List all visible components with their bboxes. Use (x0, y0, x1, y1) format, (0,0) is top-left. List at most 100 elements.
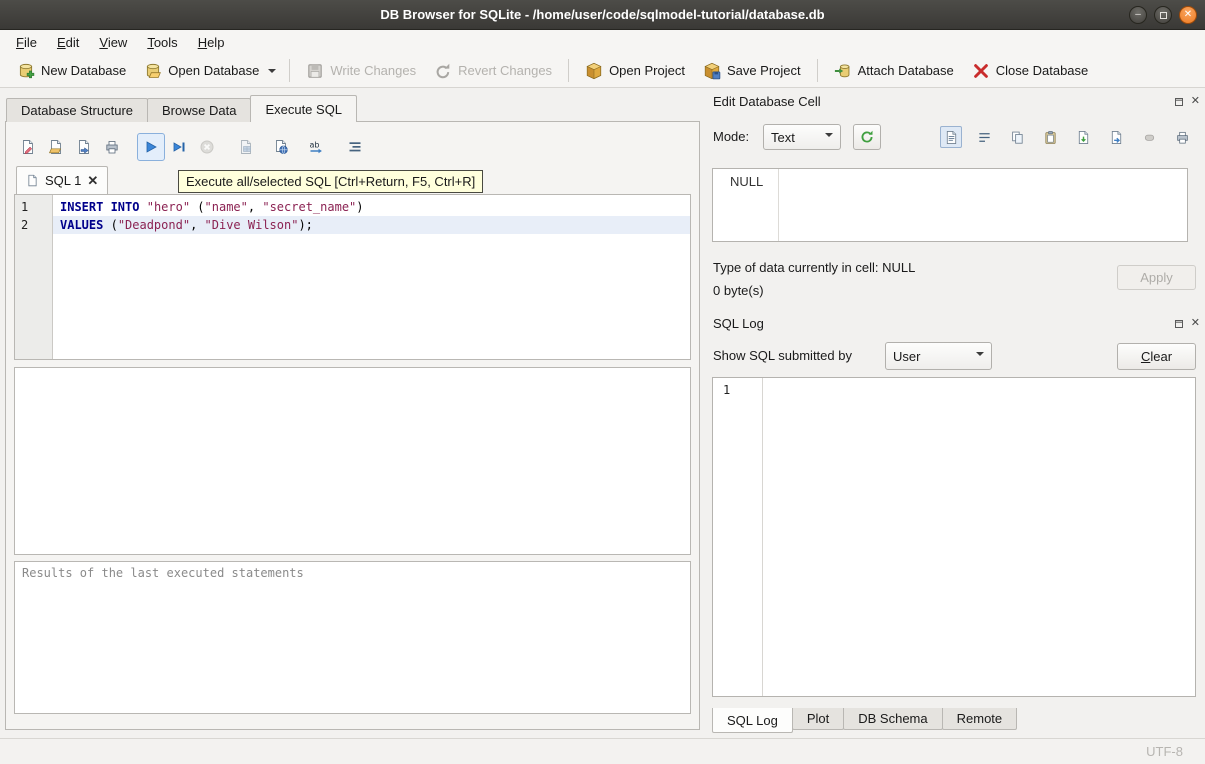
open-database-label: Open Database (168, 63, 259, 78)
import-cell-data-button[interactable] (1072, 126, 1094, 148)
menu-edit[interactable]: Edit (47, 32, 89, 53)
execute-line-icon (171, 139, 187, 155)
open-sql-file-button[interactable] (42, 133, 70, 161)
sql-log-view[interactable]: 1 (712, 377, 1196, 697)
cell-value: NULL (713, 169, 779, 241)
mode-value: Text (771, 130, 795, 145)
encoding-indicator: UTF-8 (1146, 744, 1183, 759)
execute-sql-pane: ab (5, 121, 700, 730)
menu-view[interactable]: View (89, 32, 137, 53)
open-database-menu-button[interactable] (268, 56, 282, 85)
new-sql-tab-button[interactable] (14, 133, 42, 161)
close-dock-icon[interactable]: ✕ (1191, 96, 1200, 107)
tab-browse-data[interactable]: Browse Data (147, 98, 251, 122)
right-panel: Edit Database Cell ✕ Mode: Text (707, 88, 1205, 738)
clear-log-button[interactable]: Clear (1117, 343, 1196, 370)
sql-token: ) (356, 200, 363, 214)
export-csv-button[interactable] (267, 133, 295, 161)
write-changes-label: Write Changes (330, 63, 416, 78)
new-sql-tab-icon (20, 139, 36, 155)
tab-database-structure[interactable]: Database Structure (6, 98, 148, 122)
execute-line-button[interactable] (165, 133, 193, 161)
maximize-icon (1160, 12, 1167, 19)
menu-help[interactable]: Help (188, 32, 235, 53)
paste-cell-button[interactable] (1039, 126, 1061, 148)
results-message-box: Results of the last executed statements (14, 561, 691, 714)
new-database-button[interactable]: New Database (8, 57, 135, 85)
mode-combobox[interactable]: Text (763, 124, 841, 150)
float-dock-icon[interactable] (1174, 319, 1184, 329)
cell-editor[interactable]: NULL (712, 168, 1188, 242)
format-sql-button[interactable] (341, 133, 369, 161)
new-database-icon (17, 62, 35, 80)
sql1-tab[interactable]: SQL 1 ✕ (16, 166, 108, 194)
export-csv-icon (273, 139, 289, 155)
results-placeholder: Results of the last executed statements (22, 566, 304, 580)
sql-token: ( (103, 218, 117, 232)
sql-line-2: VALUES ("Deadpond", "Dive Wilson"); (53, 216, 690, 234)
sql-token: , (248, 200, 262, 214)
close-button[interactable]: ✕ (1179, 6, 1197, 24)
print-icon (104, 139, 120, 155)
cell-editor-area[interactable] (779, 169, 1187, 241)
maximize-button[interactable] (1154, 6, 1172, 24)
sql1-tab-close-icon[interactable]: ✕ (87, 173, 98, 189)
sql-log-filter-combobox[interactable]: User (885, 342, 992, 370)
tab-db-schema[interactable]: DB Schema (843, 708, 942, 730)
word-wrap-button[interactable] (973, 126, 995, 148)
write-changes-icon (306, 62, 324, 80)
sql-code: INSERT INTO "hero" ("name", "secret_name… (53, 195, 690, 359)
tab-plot[interactable]: Plot (792, 708, 844, 730)
minimize-button[interactable]: – (1129, 6, 1147, 24)
menu-file[interactable]: File (6, 32, 47, 53)
sql-token: "Deadpond" (118, 218, 190, 232)
apply-cell-changes-button[interactable] (853, 124, 881, 150)
open-database-button[interactable]: Open Database (135, 57, 268, 85)
save-project-button[interactable]: Save Project (694, 57, 810, 85)
print-sql-button[interactable] (98, 133, 126, 161)
window-controls: – ✕ (1129, 6, 1197, 24)
stop-icon (199, 139, 215, 155)
edit-cell-dock-icons: ✕ (1174, 96, 1200, 107)
execute-icon (143, 139, 159, 155)
sql-token: "secret_name" (262, 200, 356, 214)
print-cell-button[interactable] (1171, 126, 1193, 148)
toolbar-separator (568, 59, 569, 82)
export-cell-data-button[interactable] (1105, 126, 1127, 148)
main-tab-bar: Database Structure Browse Data Execute S… (6, 95, 356, 122)
sql-file-icon (26, 174, 39, 187)
open-project-icon (585, 62, 603, 80)
format-sql-icon (347, 139, 363, 155)
write-changes-button: Write Changes (297, 57, 425, 85)
tab-sql-log[interactable]: SQL Log (712, 708, 793, 733)
tab-remote[interactable]: Remote (942, 708, 1018, 730)
status-bar: UTF-8 (0, 738, 1205, 764)
set-null-button[interactable] (1138, 126, 1160, 148)
open-sql-file-icon (48, 139, 64, 155)
tab-execute-sql[interactable]: Execute SQL (250, 95, 357, 122)
close-database-label: Close Database (996, 63, 1089, 78)
sql-editor[interactable]: 1 2 INSERT INTO "hero" ("name", "secret_… (14, 194, 691, 360)
attach-database-button[interactable]: Attach Database (825, 57, 963, 85)
sql-log-dock-title: SQL Log (713, 316, 764, 331)
save-project-icon (703, 62, 721, 80)
text-mode-button[interactable] (940, 126, 962, 148)
svg-text:ab: ab (310, 141, 320, 150)
close-database-button[interactable]: Close Database (963, 57, 1098, 85)
find-replace-button[interactable]: ab (302, 133, 330, 161)
open-sql-new-tab-button[interactable] (70, 133, 98, 161)
menu-bar: File Edit View Tools Help (0, 30, 1205, 54)
sql-token: INSERT INTO (60, 200, 139, 214)
open-project-button[interactable]: Open Project (576, 57, 694, 85)
menu-tools[interactable]: Tools (137, 32, 187, 53)
revert-changes-icon (434, 62, 452, 80)
close-dock-icon[interactable]: ✕ (1191, 318, 1200, 329)
line-number-gutter: 1 2 (15, 195, 53, 359)
copy-cell-button[interactable] (1006, 126, 1028, 148)
sql-token: "Dive Wilson" (205, 218, 299, 232)
execute-all-button[interactable] (137, 133, 165, 161)
title-bar: DB Browser for SQLite - /home/user/code/… (0, 0, 1205, 30)
new-database-label: New Database (41, 63, 126, 78)
float-dock-icon[interactable] (1174, 97, 1184, 107)
results-grid[interactable] (14, 367, 691, 555)
